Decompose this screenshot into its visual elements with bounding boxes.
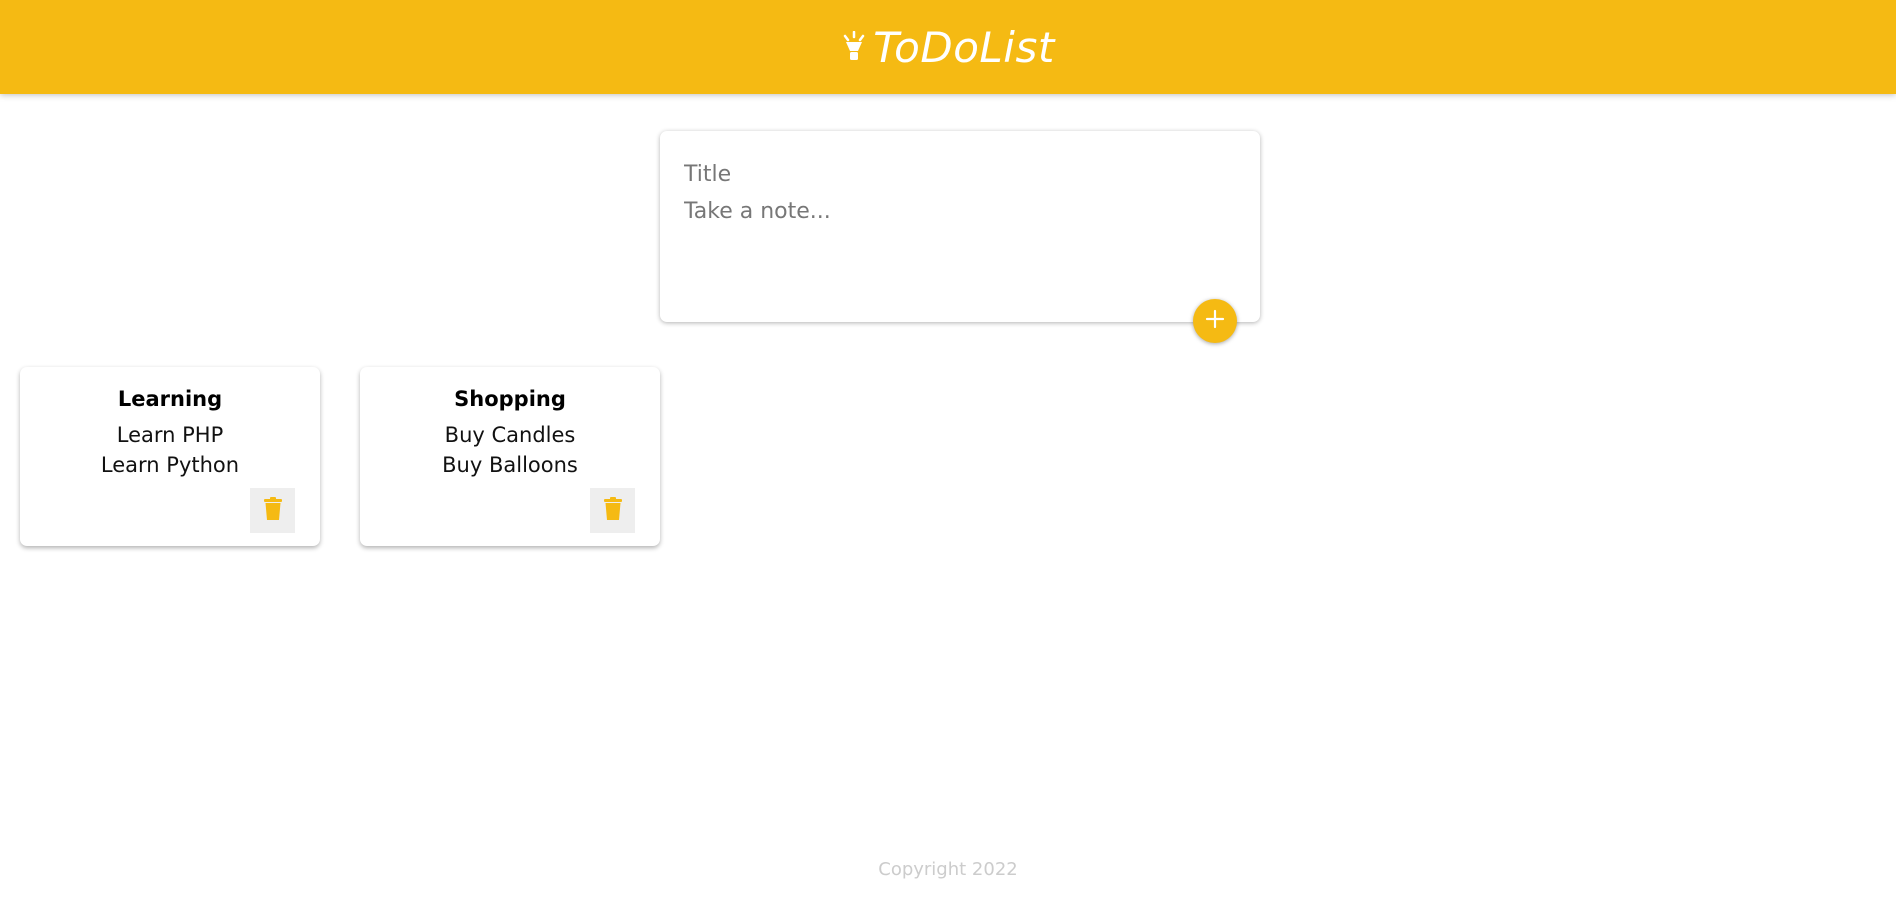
note-title: Shopping: [454, 387, 566, 411]
footer: Copyright 2022: [0, 859, 1896, 880]
note-content: Learn PHP Learn Python: [20, 420, 320, 480]
delete-note-button[interactable]: [590, 488, 635, 533]
title-input[interactable]: [684, 159, 1224, 189]
note-title: Learning: [117, 387, 223, 411]
trash-icon: [603, 496, 622, 525]
note-line: Learn Python: [100, 453, 240, 477]
copyright-text: Copyright 2022: [878, 859, 1018, 880]
note-input[interactable]: [684, 199, 1224, 299]
app-header: ToDoList: [0, 0, 1896, 94]
delete-note-button[interactable]: [250, 488, 295, 533]
trash-icon: [263, 496, 282, 525]
note-composer: [660, 131, 1260, 322]
add-note-button[interactable]: [1193, 299, 1237, 343]
lightbulb-icon: [841, 30, 867, 63]
note-card: Learning Learn PHP Learn Python: [20, 367, 320, 546]
plus-icon: [1205, 309, 1225, 333]
app-title: ToDoList: [873, 22, 1055, 72]
note-line: Learn PHP: [116, 423, 224, 447]
note-card: Shopping Buy Candles Buy Balloons: [360, 367, 660, 546]
note-line: Buy Balloons: [442, 453, 578, 477]
brand: ToDoList: [841, 23, 1055, 72]
note-content: Buy Candles Buy Balloons: [360, 420, 660, 480]
note-line: Buy Candles: [444, 423, 576, 447]
